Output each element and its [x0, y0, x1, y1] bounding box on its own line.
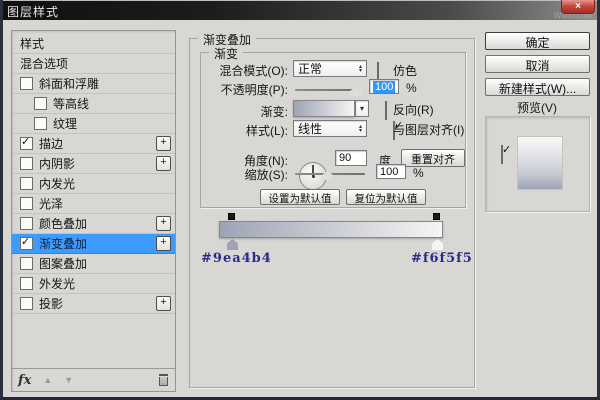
- sidebar-item-drop-shadow[interactable]: 投影 +: [12, 294, 175, 314]
- updown-arrow-icon: ▴▾: [359, 125, 362, 133]
- delete-effect-icon[interactable]: [158, 374, 169, 386]
- layer-style-dialog: 图层样式 World.com × 样式 混合选项 斜面和浮雕 等高线 纹理: [0, 0, 600, 400]
- opacity-stop-left[interactable]: [228, 213, 235, 220]
- subgroup-title: 渐变: [209, 45, 243, 62]
- effect-checkbox[interactable]: [20, 177, 33, 190]
- gradient-editor-bar[interactable]: [219, 221, 443, 238]
- gradient-picker-button[interactable]: ▾: [355, 100, 369, 117]
- opacity-label: 不透明度(P):: [208, 81, 288, 98]
- blend-mode-value: 正常: [298, 60, 359, 77]
- effect-checkbox[interactable]: [20, 237, 33, 250]
- effect-checkbox[interactable]: [20, 297, 33, 310]
- sidebar-item-styles[interactable]: 样式: [12, 34, 175, 54]
- sidebar-item-label: 样式: [20, 35, 171, 52]
- reset-default-button[interactable]: 复位为默认值: [346, 189, 426, 205]
- sidebar-item-label: 等高线: [53, 95, 171, 112]
- effect-checkbox[interactable]: [20, 217, 33, 230]
- scale-value: 100: [380, 166, 398, 178]
- effects-list-footer: fx ▲ ▼: [12, 368, 175, 391]
- sidebar-item-label: 渐变叠加: [39, 235, 156, 252]
- sidebar-item-color-overlay[interactable]: 颜色叠加 +: [12, 214, 175, 234]
- sidebar-item-label: 纹理: [53, 115, 171, 132]
- sidebar-item-satin[interactable]: 光泽: [12, 194, 175, 214]
- sidebar-item-label: 斜面和浮雕: [39, 75, 171, 92]
- effect-checkbox[interactable]: [20, 137, 33, 150]
- new-style-button[interactable]: 新建样式(W)...: [485, 78, 590, 96]
- sidebar-item-label: 内阴影: [39, 155, 156, 172]
- effect-checkbox[interactable]: [20, 197, 33, 210]
- sidebar-item-blending-options[interactable]: 混合选项: [12, 54, 175, 74]
- add-effect-instance-icon[interactable]: +: [156, 156, 171, 171]
- close-icon[interactable]: ×: [561, 0, 595, 14]
- effect-checkbox[interactable]: [34, 117, 47, 130]
- dialog-title: 图层样式: [7, 3, 59, 20]
- dither-label: 仿色: [393, 62, 417, 79]
- preview-label: 预览(V): [517, 99, 557, 116]
- sidebar-item-label: 光泽: [39, 195, 171, 212]
- style-select[interactable]: 线性 ▴▾: [293, 120, 367, 137]
- effect-checkbox[interactable]: [34, 97, 47, 110]
- chevron-down-icon: ▾: [360, 104, 364, 113]
- opacity-slider[interactable]: [295, 89, 359, 91]
- sidebar-item-pattern-overlay[interactable]: 图案叠加: [12, 254, 175, 274]
- add-effect-instance-icon[interactable]: +: [156, 136, 171, 151]
- sidebar-item-inner-shadow[interactable]: 内阴影 +: [12, 154, 175, 174]
- sidebar-item-bevel-emboss[interactable]: 斜面和浮雕: [12, 74, 175, 94]
- gradient-swatch[interactable]: [293, 100, 355, 117]
- sidebar-item-stroke[interactable]: 描边 +: [12, 134, 175, 154]
- blend-mode-label: 混合模式(O):: [208, 62, 288, 79]
- angle-input[interactable]: 90: [335, 150, 367, 166]
- style-label: 样式(L):: [208, 122, 288, 139]
- titlebar[interactable]: 图层样式 World.com ×: [0, 0, 600, 20]
- opacity-stop-right[interactable]: [433, 213, 440, 220]
- end-hex-label: #f6f5f5: [411, 251, 473, 266]
- sidebar-item-label: 描边: [39, 135, 156, 152]
- reverse-checkbox[interactable]: [385, 101, 387, 120]
- scale-input[interactable]: 100: [376, 164, 406, 179]
- set-default-button[interactable]: 设置为默认值: [260, 189, 340, 205]
- effect-checkbox[interactable]: [20, 277, 33, 290]
- sidebar-item-contour[interactable]: 等高线: [12, 94, 175, 114]
- sidebar-item-label: 内发光: [39, 175, 171, 192]
- effect-checkbox[interactable]: [20, 77, 33, 90]
- sidebar-item-label: 颜色叠加: [39, 215, 156, 232]
- sidebar-item-outer-glow[interactable]: 外发光: [12, 274, 175, 294]
- effects-list: 样式 混合选项 斜面和浮雕 等高线 纹理 描边 +: [11, 30, 176, 392]
- opacity-unit: %: [406, 81, 417, 95]
- style-preview-box: [485, 116, 590, 212]
- effect-checkbox[interactable]: [20, 157, 33, 170]
- style-value: 线性: [298, 120, 359, 137]
- sidebar-item-label: 外发光: [39, 275, 171, 292]
- updown-arrow-icon: ▴▾: [359, 65, 362, 73]
- effect-checkbox[interactable]: [20, 257, 33, 270]
- add-effect-instance-icon[interactable]: +: [156, 236, 171, 251]
- style-preview-swatch: [517, 136, 563, 190]
- blend-mode-select[interactable]: 正常 ▴▾: [293, 60, 367, 77]
- add-effect-instance-icon[interactable]: +: [156, 216, 171, 231]
- opacity-input[interactable]: 100: [369, 79, 399, 94]
- move-effect-up-icon[interactable]: ▲: [43, 375, 52, 385]
- start-hex-label: #9ea4b4: [201, 251, 272, 266]
- angle-value: 90: [339, 152, 351, 164]
- align-with-layer-label: 与图层对齐(I): [393, 121, 464, 138]
- reverse-label: 反向(R): [393, 101, 434, 118]
- move-effect-down-icon[interactable]: ▼: [64, 375, 73, 385]
- cancel-button[interactable]: 取消: [485, 55, 590, 73]
- sidebar-item-label: 混合选项: [20, 55, 171, 72]
- opacity-value: 100: [373, 81, 395, 93]
- scale-unit: %: [413, 166, 424, 180]
- fx-menu-icon[interactable]: fx: [18, 373, 31, 388]
- scale-label: 缩放(S):: [208, 166, 288, 183]
- add-effect-instance-icon[interactable]: +: [156, 296, 171, 311]
- ok-button[interactable]: 确定: [485, 32, 590, 50]
- sidebar-item-label: 投影: [39, 295, 156, 312]
- sidebar-item-label: 图案叠加: [39, 255, 171, 272]
- effects-list-items: 样式 混合选项 斜面和浮雕 等高线 纹理 描边 +: [12, 31, 175, 368]
- sidebar-item-inner-glow[interactable]: 内发光: [12, 174, 175, 194]
- reset-alignment-button[interactable]: 重置对齐: [401, 149, 465, 167]
- sidebar-item-gradient-overlay[interactable]: 渐变叠加 +: [12, 234, 175, 254]
- gradient-label: 渐变:: [208, 103, 288, 120]
- sidebar-item-texture[interactable]: 纹理: [12, 114, 175, 134]
